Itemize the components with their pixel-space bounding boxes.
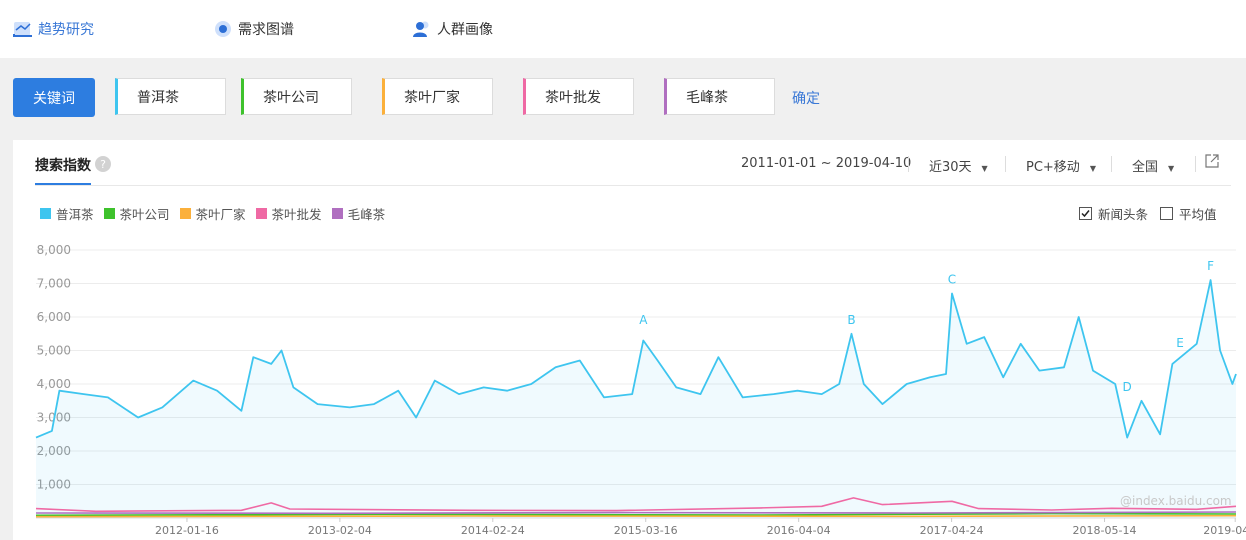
annotation-label: C <box>948 273 956 287</box>
y-tick-label: 4,000 <box>37 377 71 391</box>
series-line <box>35 514 1237 518</box>
x-axis: 2012-01-16 2013-02-04 2014-02-24 2015-03-16… <box>155 518 1246 537</box>
annotation-label: A <box>639 313 648 327</box>
x-tick-label: 2015-03-16 <box>614 524 678 537</box>
x-tick-label: 2014-02-24 <box>461 524 525 537</box>
x-tick-label: 2012-01-16 <box>155 524 219 537</box>
series-area <box>36 280 1236 518</box>
trend-chart: 1,0002,0003,0004,0005,0006,0007,0008,000… <box>35 243 1246 537</box>
annotation-label: F <box>1207 259 1214 273</box>
x-tick-label: 2016-04-04 <box>767 524 831 537</box>
x-tick-label: 2019-04-08 <box>1203 524 1246 537</box>
x-tick-label: 2013-02-04 <box>308 524 372 537</box>
y-tick-label: 6,000 <box>37 310 71 324</box>
annotation-label: D <box>1123 380 1132 394</box>
y-tick-label: 5,000 <box>37 344 71 358</box>
series-area-fill <box>36 280 1236 518</box>
annotation-label: B <box>847 313 855 327</box>
x-tick-label: 2017-04-24 <box>920 524 984 537</box>
watermark: @index.baidu.com <box>1120 494 1232 508</box>
x-tick-label: 2018-05-14 <box>1073 524 1137 537</box>
y-tick-label: 7,000 <box>37 277 71 291</box>
annotation-label: E <box>1176 336 1184 350</box>
y-tick-label: 8,000 <box>37 243 71 257</box>
